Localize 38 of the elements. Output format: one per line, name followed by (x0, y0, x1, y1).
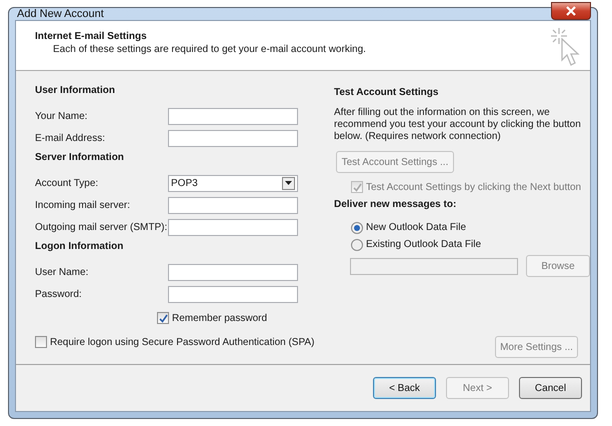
input-field[interactable] (168, 286, 298, 302)
field-label: E-mail Address: (35, 132, 106, 144)
radio-button[interactable] (351, 222, 363, 234)
section-heading: Logon Information (35, 241, 124, 254)
checkbox[interactable] (35, 336, 47, 348)
field-label: Account Type: (35, 178, 100, 188)
file-path-field[interactable] (350, 258, 518, 274)
caret-icon (285, 181, 292, 185)
field-label: User Name: (35, 266, 90, 278)
field-label: Incoming mail server: (35, 200, 132, 210)
input-field[interactable] (168, 218, 298, 236)
field-label: Password: (35, 288, 83, 300)
input-field[interactable] (168, 108, 298, 124)
checkbox-label[interactable]: Require logon using Secure Password Authentication (SPA) (50, 336, 314, 348)
radio-button[interactable] (351, 238, 363, 250)
account-type-dropdown[interactable]: POP3 (168, 174, 298, 192)
field-label: Outgoing mail server (SMTP): (35, 222, 168, 232)
input-field[interactable] (168, 264, 298, 280)
radio-label[interactable]: New Outlook Data File (366, 222, 466, 233)
radio-label[interactable]: Existing Outlook Data File (366, 239, 482, 250)
wizard-button[interactable]: < Back (373, 377, 436, 399)
checkbox[interactable] (157, 312, 169, 324)
input-field[interactable] (168, 130, 298, 146)
window-title: Add New Account (16, 8, 104, 20)
input-field[interactable] (168, 196, 298, 214)
close-button[interactable] (551, 2, 591, 20)
checkbox-label[interactable]: Remember password (172, 312, 268, 324)
page-subtitle: Each of these settings are required to get your e-mail account working. (52, 44, 366, 55)
description-text: After filling out the information on this screen, we recommend you test your account by clicking the button below. (Requires network connection) (334, 107, 582, 143)
cursor-sparkle-icon (550, 27, 580, 67)
section-heading: Server Information (35, 152, 125, 165)
field-label: Your Name: (35, 110, 88, 122)
section-heading: Deliver new messages to: (334, 199, 458, 212)
page-title: Internet E-mail Settings (35, 31, 148, 42)
section-heading: User Information (35, 85, 116, 98)
wizard-button[interactable]: Cancel (519, 377, 582, 399)
section-heading: Test Account Settings (334, 87, 440, 100)
close-icon (566, 6, 576, 16)
